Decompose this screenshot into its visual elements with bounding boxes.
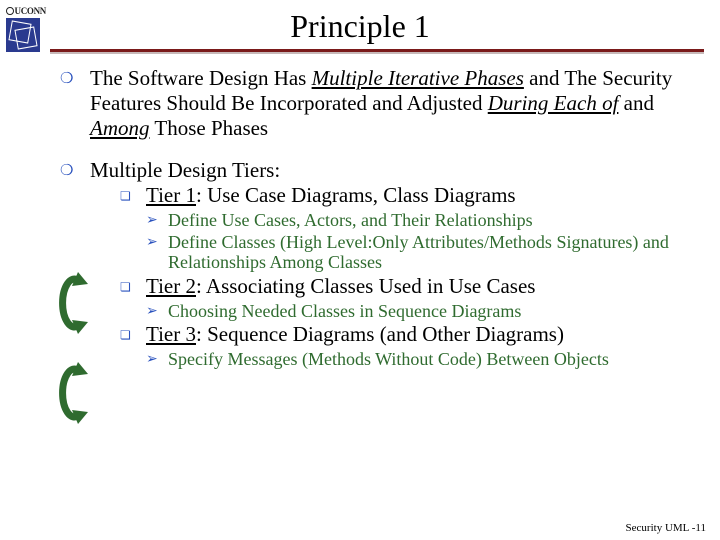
square-bullet-icon: ❏ xyxy=(120,322,146,347)
arrow-bullet-icon: ➢ xyxy=(146,210,168,231)
tier-1: ❏ Tier 1: Use Case Diagrams, Class Diagr… xyxy=(120,183,700,208)
arrow-bullet-icon: ➢ xyxy=(146,301,168,322)
tier-3: ❏ Tier 3: Sequence Diagrams (and Other D… xyxy=(120,322,700,347)
tier-2-sub-1: ➢ Choosing Needed Classes in Sequence Di… xyxy=(146,301,700,322)
cycle-arrow-icon xyxy=(54,272,88,334)
logo-brand: UCONN xyxy=(6,6,46,16)
tier-3-sub-1: ➢ Specify Messages (Methods Without Code… xyxy=(146,349,700,370)
cycle-arrows xyxy=(54,272,88,452)
bullet-icon: ❍ xyxy=(60,66,90,140)
square-bullet-icon: ❏ xyxy=(120,274,146,299)
square-bullet-icon: ❏ xyxy=(120,183,146,208)
uconn-logo: UCONN xyxy=(6,6,46,62)
bullet-1: ❍ The Software Design Has Multiple Itera… xyxy=(60,66,700,140)
bullet-2: ❍ Multiple Design Tiers: ❏ Tier 1: Use C… xyxy=(60,158,700,371)
logo-icon xyxy=(6,18,40,52)
slide-content: ❍ The Software Design Has Multiple Itera… xyxy=(0,52,720,371)
tier-2: ❏ Tier 2: Associating Classes Used in Us… xyxy=(120,274,700,299)
cycle-arrow-icon xyxy=(54,362,88,424)
slide-title: Principle 1 xyxy=(0,0,720,45)
tier-1-sub-1: ➢ Define Use Cases, Actors, and Their Re… xyxy=(146,210,700,231)
arrow-bullet-icon: ➢ xyxy=(146,349,168,370)
arrow-bullet-icon: ➢ xyxy=(146,232,168,273)
tier-1-sub-2: ➢ Define Classes (High Level:Only Attrib… xyxy=(146,232,700,273)
bullet-1-text: The Software Design Has Multiple Iterati… xyxy=(90,66,700,140)
slide-footer: Security UML -11 xyxy=(626,522,706,534)
bullet-2-text: Multiple Design Tiers: ❏ Tier 1: Use Cas… xyxy=(90,158,700,371)
